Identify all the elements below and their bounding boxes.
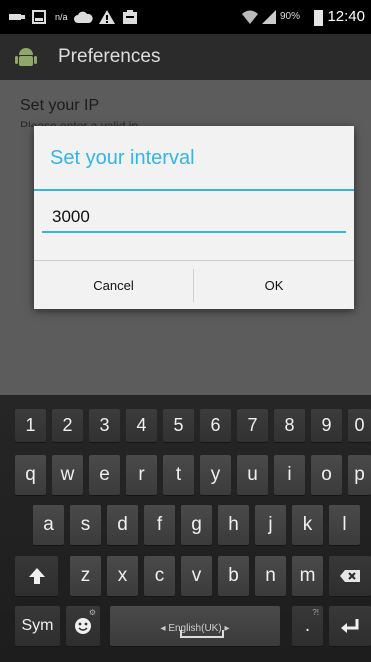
key-k[interactable]: k: [292, 505, 323, 545]
key-7[interactable]: 7: [237, 409, 268, 442]
emoji-key[interactable]: ⚙: [66, 606, 100, 646]
key-j[interactable]: j: [255, 505, 286, 545]
dialog-button-row: Cancel OK: [34, 260, 354, 310]
key-y[interactable]: y: [200, 455, 231, 495]
space-key[interactable]: ◂ English(UK) ▸: [110, 606, 280, 646]
network-na-label: n/a: [55, 12, 68, 22]
dialog-title: Set your interval: [50, 147, 195, 169]
sym-key[interactable]: Sym: [15, 606, 60, 646]
key-b[interactable]: b: [218, 556, 249, 596]
key-q[interactable]: q: [15, 455, 46, 495]
battery-percent: 90%: [280, 11, 301, 22]
clipboard-icon: [122, 0, 138, 34]
cloud-icon: [73, 0, 93, 34]
sd-card-icon: [32, 0, 46, 34]
key-m[interactable]: m: [292, 556, 323, 596]
page-title: Preferences: [58, 46, 161, 67]
key-l[interactable]: l: [329, 505, 360, 545]
enter-key[interactable]: [329, 606, 371, 646]
key-p[interactable]: p: [348, 455, 371, 495]
key-n[interactable]: n: [255, 556, 286, 596]
key-a[interactable]: a: [33, 505, 64, 545]
shift-key[interactable]: [15, 556, 58, 596]
usb-icon: [8, 0, 26, 34]
key-h[interactable]: h: [218, 505, 249, 545]
key-9[interactable]: 9: [311, 409, 342, 442]
key-0[interactable]: 0: [348, 409, 371, 442]
key-x[interactable]: x: [107, 556, 138, 596]
key-v[interactable]: v: [181, 556, 212, 596]
key-z[interactable]: z: [70, 556, 101, 596]
clock: 12:40: [327, 8, 365, 25]
period-hint: ?!: [312, 608, 319, 617]
android-icon[interactable]: [14, 45, 38, 69]
dialog-title-divider: [34, 189, 354, 191]
interval-input[interactable]: [42, 203, 346, 233]
key-2[interactable]: 2: [52, 409, 83, 442]
key-i[interactable]: i: [274, 455, 305, 495]
key-u[interactable]: u: [237, 455, 268, 495]
key-s[interactable]: s: [70, 505, 101, 545]
key-c[interactable]: c: [144, 556, 175, 596]
key-5[interactable]: 5: [163, 409, 194, 442]
interval-dialog: Set your interval Cancel OK: [34, 126, 354, 309]
backspace-icon: [340, 569, 360, 582]
soft-keyboard: 1 2 3 4 5 6 7 8 9 0 q w e r t y u i o p …: [0, 395, 371, 662]
pref-ip-title[interactable]: Set your IP: [20, 97, 99, 115]
key-g[interactable]: g: [181, 505, 212, 545]
screen: n/a 90% 12:40 Preferences Set your IP Pl…: [0, 0, 371, 662]
emoji-hint: ⚙: [88, 608, 96, 617]
key-4[interactable]: 4: [126, 409, 157, 442]
spacebar-icon: [180, 630, 224, 638]
period-key[interactable]: ?! .: [292, 606, 323, 646]
warning-icon: [98, 0, 116, 34]
enter-icon: [341, 618, 359, 633]
key-3[interactable]: 3: [89, 409, 120, 442]
key-f[interactable]: f: [144, 505, 175, 545]
emoji-icon: [75, 617, 91, 634]
key-e[interactable]: e: [89, 455, 120, 495]
key-o[interactable]: o: [311, 455, 342, 495]
key-1[interactable]: 1: [15, 409, 46, 442]
shift-icon: [28, 567, 45, 584]
period-label: .: [304, 615, 311, 636]
battery-icon: [314, 10, 323, 26]
key-d[interactable]: d: [107, 505, 138, 545]
backspace-key[interactable]: [329, 556, 371, 596]
wifi-icon: [241, 0, 259, 34]
key-r[interactable]: r: [126, 455, 157, 495]
status-bar: n/a 90% 12:40: [0, 0, 371, 34]
cancel-button[interactable]: Cancel: [34, 261, 193, 310]
key-t[interactable]: t: [163, 455, 194, 495]
signal-icon: [261, 0, 277, 34]
key-6[interactable]: 6: [200, 409, 231, 442]
action-bar: Preferences: [0, 34, 371, 80]
key-8[interactable]: 8: [274, 409, 305, 442]
key-w[interactable]: w: [52, 455, 83, 495]
ok-button[interactable]: OK: [194, 261, 354, 310]
